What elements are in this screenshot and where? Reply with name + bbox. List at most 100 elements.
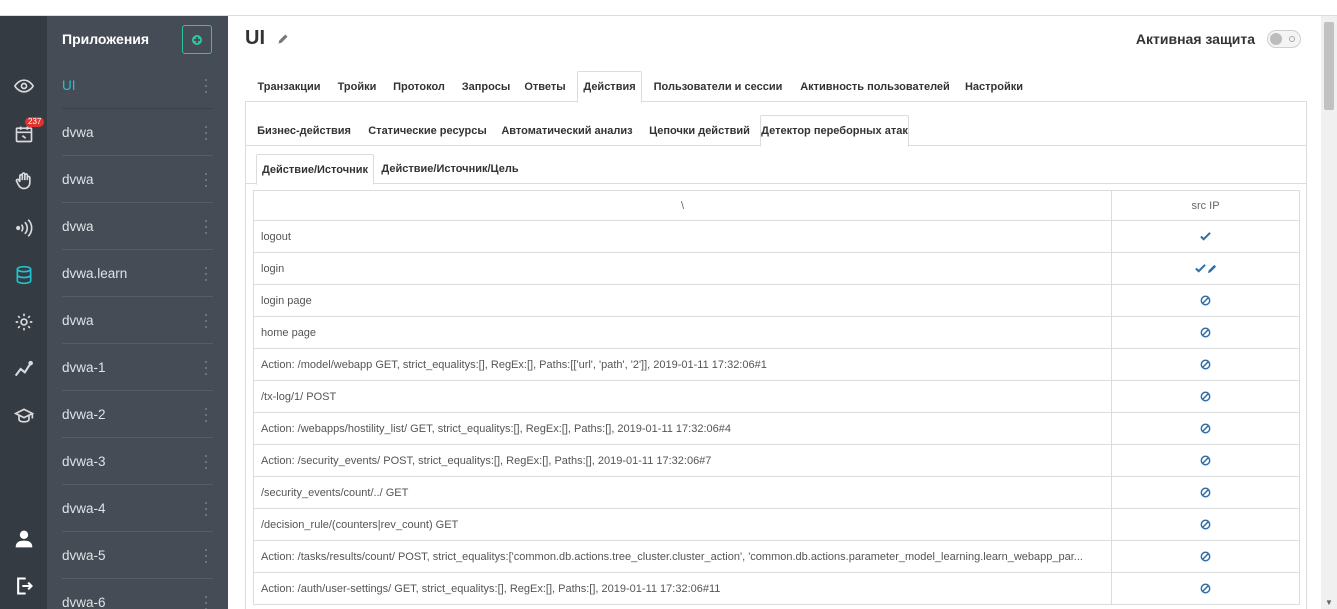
tab-main-6[interactable]: Пользователи и сессии: [648, 71, 788, 102]
blocked-icon: [1200, 551, 1211, 562]
more-menu-icon[interactable]: [205, 267, 208, 281]
tab-main-1[interactable]: Тройки: [334, 71, 380, 102]
more-menu-icon[interactable]: [205, 126, 208, 140]
app-item[interactable]: dvwa-4: [47, 485, 228, 532]
tab-main-4[interactable]: Ответы: [520, 71, 570, 102]
table-row: home page: [253, 316, 1300, 349]
scrollbar[interactable]: ▼: [1321, 16, 1337, 609]
more-menu-icon[interactable]: [205, 220, 208, 234]
app-item[interactable]: dvwa-2: [47, 391, 228, 438]
scroll-down-icon[interactable]: ▼: [1325, 599, 1333, 607]
more-menu-icon[interactable]: [205, 596, 208, 609]
app-item[interactable]: dvwa-5: [47, 532, 228, 579]
table-row: Action: /model/webapp GET, strict_equali…: [253, 348, 1300, 381]
app-item-label: dvwa-6: [62, 595, 106, 609]
src-ip-cell[interactable]: [1111, 540, 1300, 573]
table-body: logout login login page home page Action: /m…: [253, 220, 1300, 605]
action-cell: /decision_rule/(counters|rev_count) GET: [253, 508, 1112, 541]
calendar-icon[interactable]: 237: [0, 114, 47, 154]
user-icon[interactable]: [0, 519, 47, 559]
column-header-action: \: [253, 190, 1112, 221]
pencil-icon: [1207, 264, 1216, 274]
app-item[interactable]: dvwa: [47, 203, 228, 250]
icon-rail: 237: [0, 16, 47, 609]
logout-icon[interactable]: [0, 566, 47, 606]
src-ip-cell[interactable]: [1111, 444, 1300, 477]
tab-sub-2[interactable]: Автоматический анализ: [497, 115, 637, 146]
signal-icon[interactable]: [0, 208, 47, 248]
check-icon: [1194, 264, 1206, 273]
app-item[interactable]: dvwa: [47, 156, 228, 203]
more-menu-icon[interactable]: [205, 173, 208, 187]
src-ip-cell[interactable]: [1111, 348, 1300, 381]
hand-icon[interactable]: [0, 161, 47, 201]
app-item-label: dvwa-3: [62, 454, 106, 469]
tab-sub-0[interactable]: Бизнес-действия: [254, 115, 354, 146]
tab-main-0[interactable]: Транзакции: [253, 71, 325, 102]
table-row: Action: /webapps/hostility_list/ GET, st…: [253, 412, 1300, 445]
tab-main-3[interactable]: Запросы: [457, 71, 515, 102]
main-tabs: Транзакции Тройки Протокол Запросы Ответы Дей…: [245, 71, 1307, 103]
blocked-icon: [1200, 487, 1211, 498]
more-menu-icon[interactable]: [205, 79, 208, 93]
app-item[interactable]: dvwa-3: [47, 438, 228, 485]
main-content: UI Активная защита Транзакции Тройки Прото…: [229, 16, 1321, 609]
app-item-label: dvwa-5: [62, 548, 106, 563]
more-menu-icon[interactable]: [205, 455, 208, 469]
app-item[interactable]: dvwa-6: [47, 579, 228, 609]
graduation-icon[interactable]: [0, 396, 47, 436]
action-cell: login: [253, 252, 1112, 285]
more-menu-icon[interactable]: [205, 408, 208, 422]
src-ip-cell[interactable]: [1111, 572, 1300, 605]
more-menu-icon[interactable]: [205, 502, 208, 516]
more-menu-icon[interactable]: [205, 314, 208, 328]
src-ip-cell[interactable]: [1111, 380, 1300, 413]
pencil-icon[interactable]: [277, 33, 289, 45]
app-item-label: dvwa: [62, 172, 94, 187]
blocked-icon: [1200, 295, 1211, 306]
app-item-label: dvwa-1: [62, 360, 106, 375]
tab-main-8[interactable]: Настройки: [958, 71, 1030, 102]
app-item-label: dvwa: [62, 313, 94, 328]
src-ip-cell[interactable]: [1111, 284, 1300, 317]
protection-toggle[interactable]: [1267, 30, 1301, 48]
scroll-thumb[interactable]: [1324, 22, 1334, 110]
notification-badge: 237: [25, 117, 45, 127]
more-menu-icon[interactable]: [205, 361, 208, 375]
top-strip: [0, 0, 1337, 16]
apps-header: Приложения: [47, 16, 228, 62]
add-app-button[interactable]: [182, 25, 212, 54]
tab-main-5[interactable]: Действия: [577, 71, 642, 103]
tab-detector-0[interactable]: Действие/Источник: [256, 154, 374, 185]
chart-icon[interactable]: [0, 349, 47, 389]
sub-tabs: Бизнес-действия Статические ресурсы Автома…: [246, 115, 1306, 147]
src-ip-cell[interactable]: [1111, 476, 1300, 509]
tab-main-7[interactable]: Активность пользователей: [795, 71, 955, 102]
tab-sub-4[interactable]: Детектор переборных атак: [760, 115, 909, 147]
tab-main-2[interactable]: Протокол: [388, 71, 450, 102]
src-ip-cell[interactable]: [1111, 316, 1300, 349]
tab-sub-3[interactable]: Цепочки действий: [644, 115, 755, 146]
plus-icon: [192, 34, 202, 45]
tab-sub-1[interactable]: Статические ресурсы: [365, 115, 490, 146]
app-item[interactable]: dvwa: [47, 109, 228, 156]
app-item[interactable]: dvwa: [47, 297, 228, 344]
app-item-label: dvwa-2: [62, 407, 106, 422]
app-item[interactable]: dvwa.learn: [47, 250, 228, 297]
src-ip-cell[interactable]: [1111, 252, 1300, 285]
app-item[interactable]: dvwa-1: [47, 344, 228, 391]
bruteforce-table: \ src IP logout login login page home page A…: [253, 190, 1300, 605]
src-ip-cell[interactable]: [1111, 508, 1300, 541]
app-item[interactable]: UI: [47, 62, 228, 109]
tab-detector-1[interactable]: Действие/Источник/Цель: [380, 154, 520, 184]
gear-icon[interactable]: [0, 302, 47, 342]
blocked-icon: [1200, 359, 1211, 370]
database-icon[interactable]: [0, 255, 47, 295]
more-menu-icon[interactable]: [205, 549, 208, 563]
active-protection: Активная защита: [1136, 30, 1301, 48]
table-header-row: \ src IP: [253, 190, 1300, 221]
check-icon: [1200, 232, 1211, 241]
src-ip-cell[interactable]: [1111, 220, 1300, 253]
src-ip-cell[interactable]: [1111, 412, 1300, 445]
eye-icon[interactable]: [0, 66, 47, 106]
